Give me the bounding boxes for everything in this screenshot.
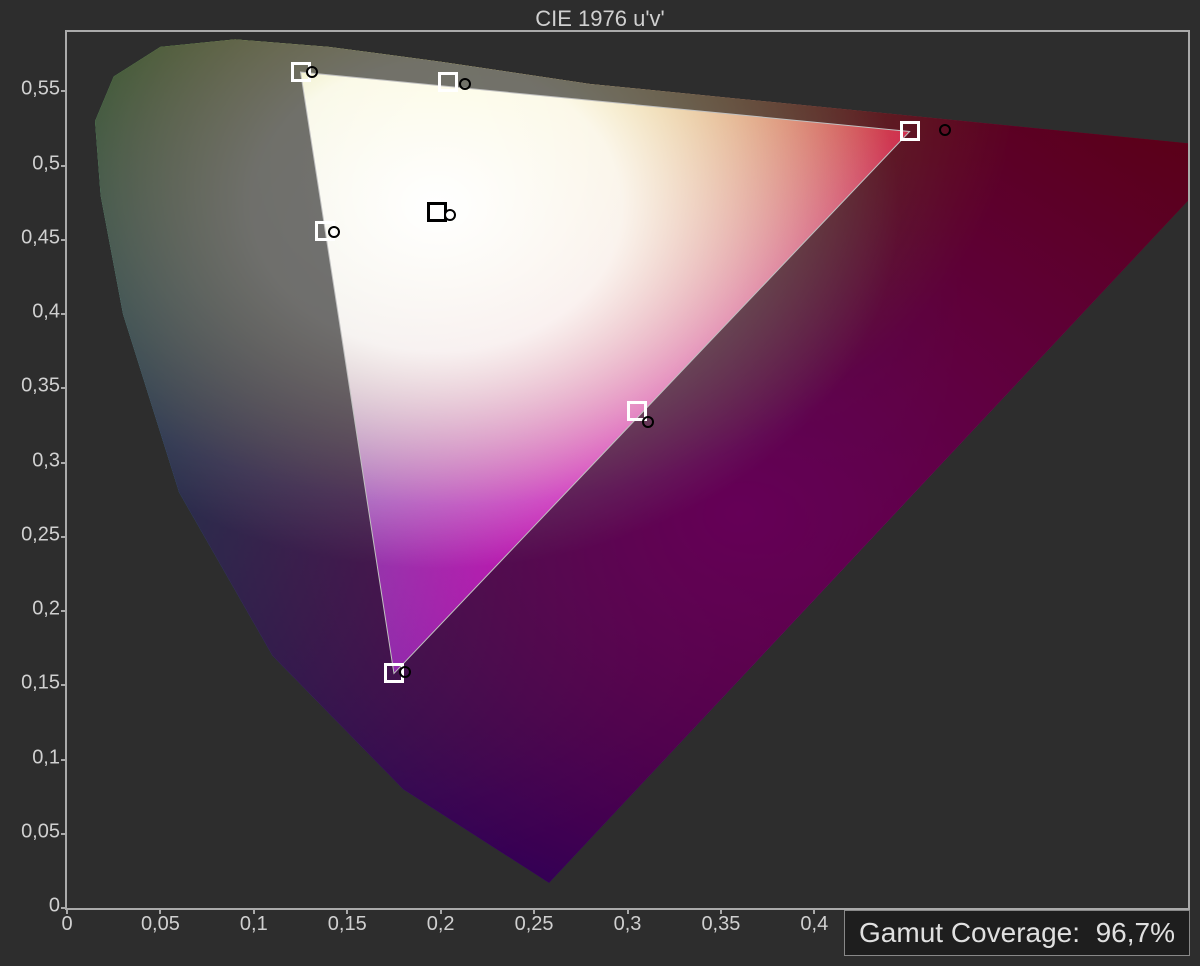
- x-tick-label: 0,2: [427, 913, 455, 936]
- y-tick-label: 0,5: [32, 152, 60, 175]
- measured-marker-magenta: [642, 416, 654, 428]
- chart-title: CIE 1976 u'v': [0, 6, 1200, 32]
- y-tick-label: 0,05: [21, 820, 60, 843]
- gamut-label: Gamut Coverage:: [859, 917, 1080, 948]
- x-tick-label: 0,1: [240, 913, 268, 936]
- measured-marker-red: [939, 124, 951, 136]
- x-tick-label: 0,25: [515, 913, 554, 936]
- y-tick-label: 0: [49, 895, 60, 918]
- y-tick-label: 0,2: [32, 598, 60, 621]
- measured-marker-blue: [399, 666, 411, 678]
- measured-marker-green: [306, 66, 318, 78]
- measured-marker-white: [444, 209, 456, 221]
- target-marker-yellow: [438, 72, 458, 92]
- chromaticity-diagram: [67, 32, 1188, 908]
- target-marker-red: [900, 121, 920, 141]
- y-tick-label: 0,35: [21, 375, 60, 398]
- measured-marker-yellow: [459, 78, 471, 90]
- x-tick-label: 0,05: [141, 913, 180, 936]
- x-tick-label: 0,3: [614, 913, 642, 936]
- x-tick-label: 0,4: [800, 913, 828, 936]
- y-tick-label: 0,4: [32, 301, 60, 324]
- x-tick-label: 0,35: [701, 913, 740, 936]
- x-tick-label: 0,15: [328, 913, 367, 936]
- plot-area: 00,050,10,150,20,250,30,350,40,450,50,55: [65, 30, 1190, 910]
- y-tick-label: 0,3: [32, 449, 60, 472]
- gamut-coverage-readout: Gamut Coverage: 96,7%: [844, 910, 1190, 956]
- cie-chart: CIE 1976 u'v': [0, 0, 1200, 966]
- y-tick-label: 0,15: [21, 672, 60, 695]
- gamut-value: 96,7%: [1096, 917, 1175, 948]
- y-tick-label: 0,45: [21, 226, 60, 249]
- y-tick-label: 0,1: [32, 746, 60, 769]
- measured-marker-cyan: [328, 226, 340, 238]
- x-tick-label: 0: [61, 913, 72, 936]
- y-tick-label: 0,25: [21, 523, 60, 546]
- y-tick-label: 0,55: [21, 78, 60, 101]
